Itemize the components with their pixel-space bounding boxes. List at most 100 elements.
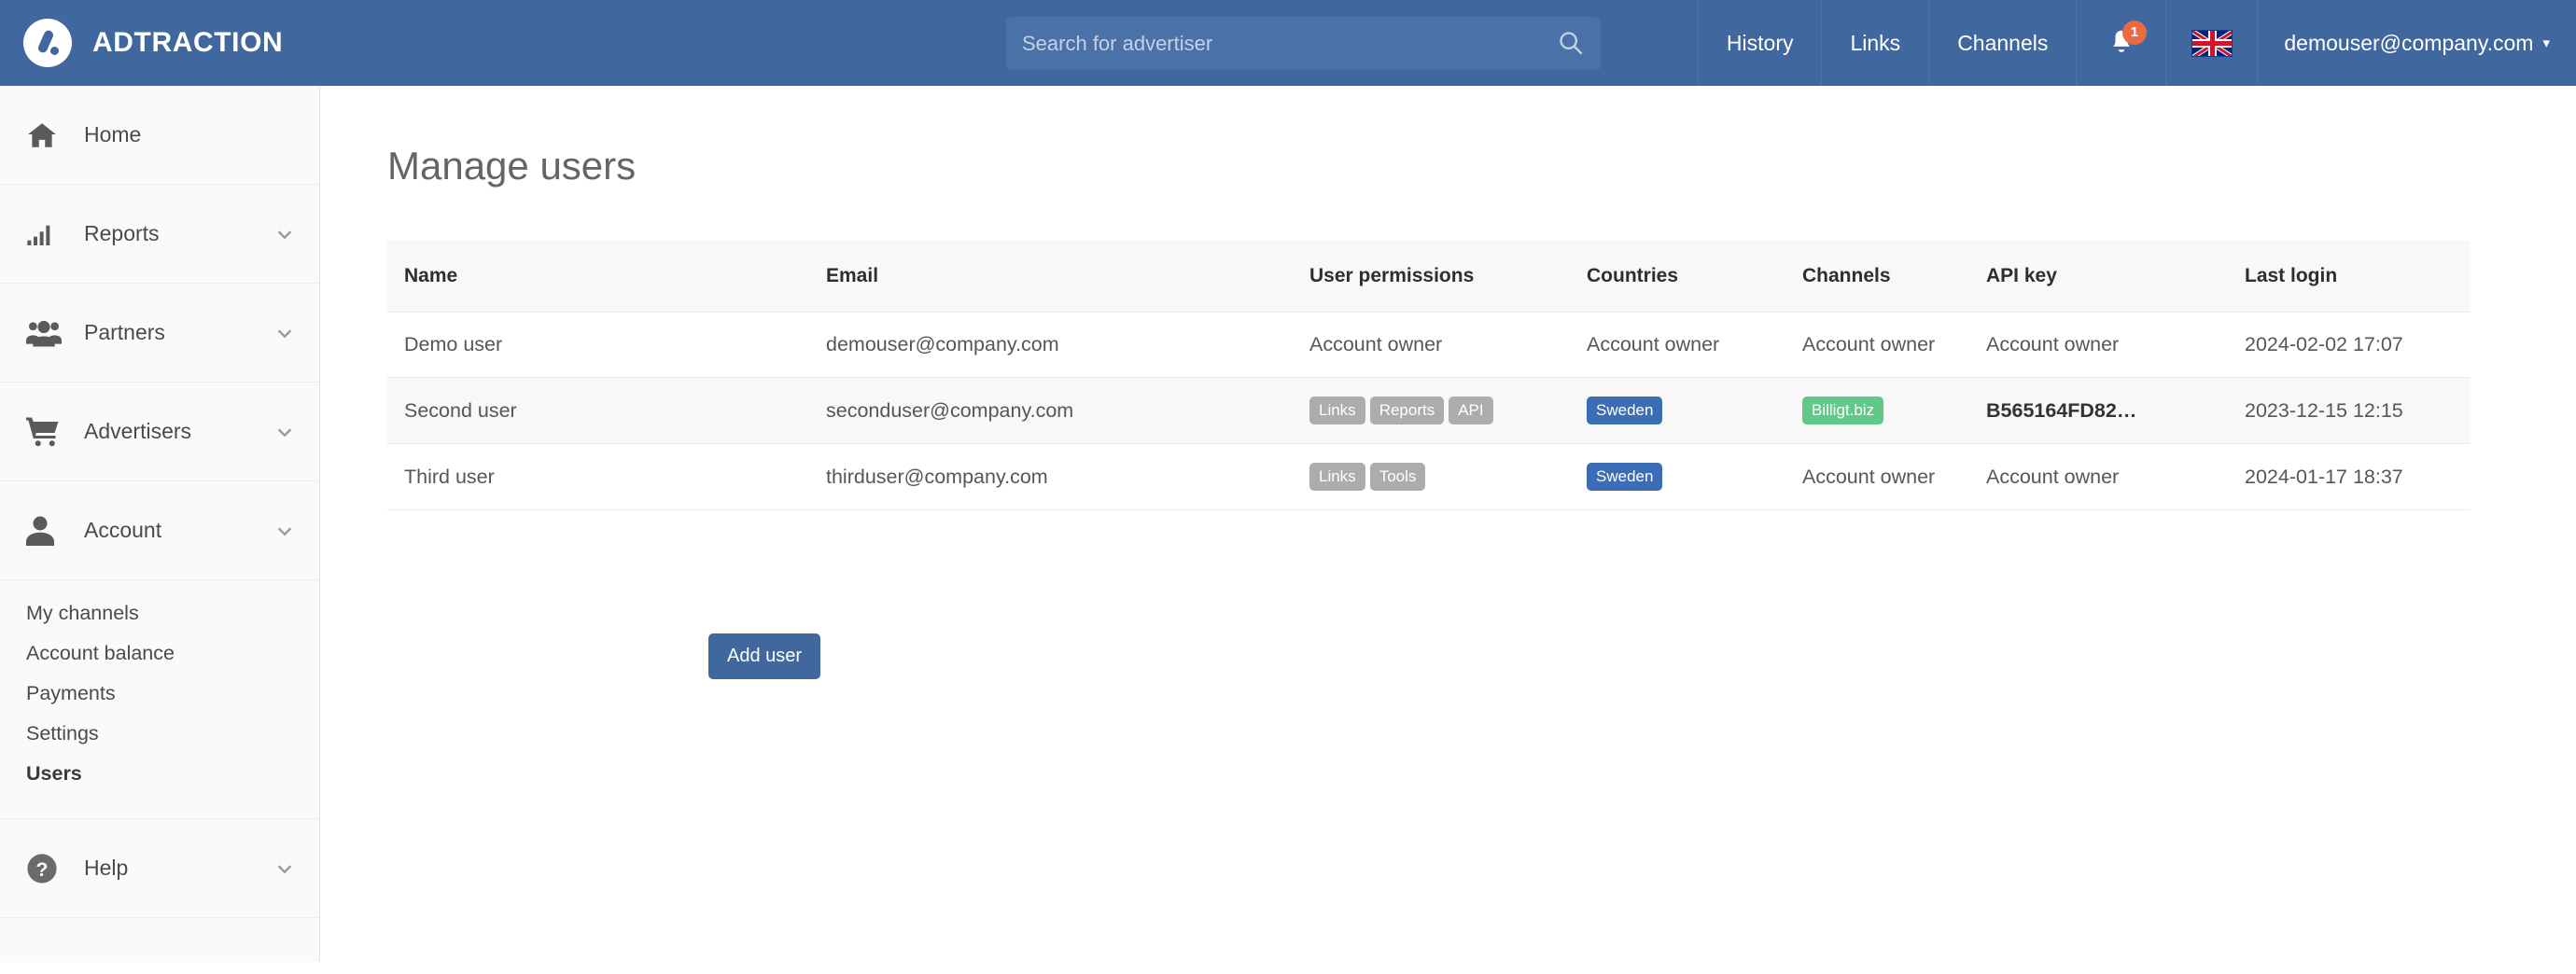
cell-api-key-value: Account owner [1986, 333, 2120, 355]
sidebar-item-partners-label: Partners [84, 320, 165, 344]
column-header-channels: Channels [1802, 241, 1986, 313]
nav-link-history[interactable]: History [1697, 0, 1822, 86]
sidebar-item-advertisers-label: Advertisers [84, 419, 192, 443]
sidebar-item-reports-label: Reports [84, 221, 160, 245]
cell-channels: Billigt.biz [1802, 377, 1986, 444]
add-user-button[interactable]: Add user [708, 633, 821, 679]
cell-countries: Sweden [1587, 377, 1802, 444]
column-header-permissions: User permissions [1309, 241, 1587, 313]
uk-flag-icon [2191, 29, 2233, 57]
cell-countries-chip: Sweden [1587, 463, 1663, 491]
main-content: Manage users Name Email User permissions… [320, 86, 2576, 962]
nav-link-channels[interactable]: Channels [1928, 0, 2076, 86]
cell-countries-value: Account owner [1587, 333, 1720, 355]
cell-permissions-chip: API [1449, 397, 1493, 424]
column-header-email: Email [826, 241, 1309, 313]
adtraction-logo-icon [23, 19, 72, 67]
cell-name-value: Demo user [404, 333, 503, 355]
users-table-body: Demo user demouser@company.com Account own… [387, 312, 2471, 510]
column-header-name: Name [387, 241, 826, 313]
cell-permissions-chip: Links [1309, 463, 1365, 491]
sidebar-subitem-users[interactable]: Users [26, 754, 319, 794]
sidebar-item-account[interactable]: Account [0, 481, 319, 580]
top-header-bar: ADTRACTION History Links Channels 1 [0, 0, 2576, 86]
user-icon [26, 515, 69, 546]
language-selector[interactable] [2165, 0, 2257, 86]
brand-name: ADTRACTION [92, 27, 284, 58]
top-navigation: History Links Channels 1 demouser@compan… [1697, 0, 2576, 86]
chevron-down-icon: ▾ [2542, 35, 2550, 51]
cell-countries: Account owner [1587, 312, 1802, 378]
sidebar-item-partners[interactable]: Partners [0, 284, 319, 383]
cell-permissions: Account owner [1309, 312, 1587, 378]
user-menu-label: demouser@company.com [2284, 30, 2534, 55]
bell-icon: 1 [2107, 20, 2147, 59]
cell-email-value: demouser@company.com [826, 333, 1059, 355]
table-row[interactable]: Third user thirduser@company.com Links Tool… [387, 443, 2471, 510]
sidebar-subitem-my-channels[interactable]: My channels [26, 593, 319, 633]
cell-api-key: B565164FD82… [1986, 377, 2245, 444]
table-row[interactable]: Second user seconduser@company.com Links Re… [387, 377, 2471, 444]
chevron-down-icon[interactable] [274, 224, 295, 244]
cell-channels: Account owner [1802, 443, 1986, 510]
cell-name: Demo user [387, 312, 826, 378]
sidebar-subitem-payments[interactable]: Payments [26, 674, 319, 714]
sidebar-subitem-settings[interactable]: Settings [26, 714, 319, 754]
cell-api-key-value: Account owner [1986, 465, 2120, 488]
svg-text:?: ? [36, 857, 49, 880]
brand[interactable]: ADTRACTION [0, 19, 933, 67]
chevron-down-icon[interactable] [274, 323, 295, 343]
sidebar-item-home-label: Home [84, 122, 142, 146]
sidebar: Home Reports Partners Advertisers Accoun… [0, 86, 320, 962]
page-title: Manage users [387, 144, 637, 188]
chevron-down-icon[interactable] [274, 521, 295, 541]
table-row[interactable]: Demo user demouser@company.com Account own… [387, 312, 2471, 378]
nav-link-links[interactable]: Links [1821, 0, 1928, 86]
cell-name: Third user [387, 443, 826, 510]
notifications-button[interactable]: 1 [2076, 0, 2165, 86]
bar-chart-icon [26, 219, 69, 249]
notification-count-badge: 1 [2121, 20, 2147, 45]
search-input[interactable] [1006, 17, 1601, 70]
column-header-last-login: Last login [2245, 241, 2471, 313]
question-circle-icon: ? [26, 853, 69, 884]
cell-last-login: 2024-02-02 17:07 [2245, 312, 2471, 378]
cell-api-key: Account owner [1986, 312, 2245, 378]
cell-permissions-chip: Links [1309, 397, 1365, 424]
nav-link-links-label: Links [1850, 30, 1901, 55]
sidebar-subitem-account-balance[interactable]: Account balance [26, 633, 319, 674]
home-icon [26, 119, 69, 151]
search-container [1006, 17, 1601, 70]
sidebar-item-home[interactable]: Home [0, 86, 319, 185]
sidebar-item-advertisers[interactable]: Advertisers [0, 383, 319, 481]
shopping-cart-icon [26, 416, 69, 447]
users-table: Name Email User permissions Countries Ch… [387, 241, 2471, 510]
sidebar-item-account-label: Account [84, 518, 162, 542]
cell-email: seconduser@company.com [826, 377, 1309, 444]
nav-link-history-label: History [1726, 30, 1794, 55]
sidebar-item-help[interactable]: ? Help [0, 819, 319, 918]
cell-email: thirduser@company.com [826, 443, 1309, 510]
nav-link-channels-label: Channels [1957, 30, 2049, 55]
sidebar-item-reports[interactable]: Reports [0, 185, 319, 284]
cell-permissions-chip: Reports [1369, 397, 1445, 424]
sidebar-filler [0, 918, 319, 974]
cell-name-value: Second user [404, 398, 517, 422]
cell-permissions-value: Account owner [1309, 333, 1443, 355]
cell-permissions-chip: Tools [1369, 463, 1426, 491]
cell-countries-chip: Sweden [1587, 397, 1663, 424]
chevron-down-icon[interactable] [274, 858, 295, 879]
cell-permissions: Links Tools [1309, 443, 1587, 510]
cell-last-login-value: 2024-02-02 17:07 [2245, 333, 2403, 355]
cell-last-login: 2023-12-15 12:15 [2245, 377, 2471, 444]
people-group-icon [26, 318, 69, 348]
chevron-down-icon[interactable] [274, 422, 295, 442]
cell-api-key: Account owner [1986, 443, 2245, 510]
cell-countries: Sweden [1587, 443, 1802, 510]
cell-name: Second user [387, 377, 826, 444]
user-menu-button[interactable]: demouser@company.com ▾ [2257, 0, 2576, 86]
cell-email-value: seconduser@company.com [826, 398, 1074, 422]
table-header-row: Name Email User permissions Countries Ch… [387, 241, 2471, 313]
column-header-countries: Countries [1587, 241, 1802, 313]
cell-channels-chip: Billigt.biz [1802, 397, 1884, 424]
